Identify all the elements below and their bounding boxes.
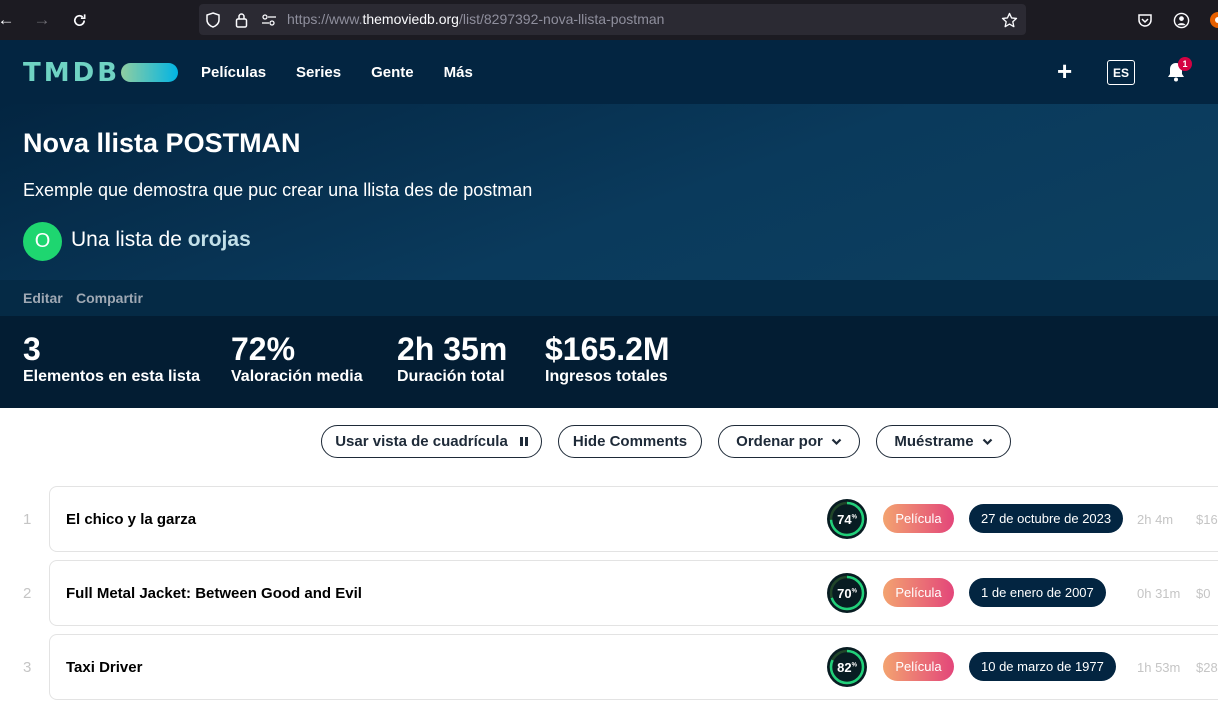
back-arrow-icon[interactable]: ← [0,8,18,32]
user-score-value: 82 [837,659,852,675]
runtime: 0h 31m [1137,586,1181,601]
account-icon[interactable] [1171,10,1191,30]
media-type-badge: Película [883,504,954,533]
main-nav: Películas Series Gente Más [201,64,503,81]
movie-title[interactable]: El chico y la garza [66,511,196,528]
url-text: https://www.themoviedb.org/list/8297392-… [287,11,664,27]
list-hero: Nova llista POSTMAN Exemple que demostra… [0,104,1218,280]
stats-bar: 3 Elementos en esta lista 72% Valoración… [0,316,1218,408]
list-description: Exemple que demostra que puc crear una l… [23,180,533,200]
list-item[interactable]: Full Metal Jacket: Between Good and Evil… [49,560,1218,626]
notification-badge: 1 [1178,57,1192,71]
nav-gente[interactable]: Gente [371,64,414,81]
stat-label: Elementos en esta lista [23,368,200,385]
user-score: 82% [827,647,867,687]
media-type-badge: Película [883,578,954,607]
owner-prefix: Una lista de [71,228,188,251]
revenue: $28 [1196,660,1218,675]
reload-icon[interactable] [67,8,91,32]
stat-duration: 2h 35m Duración total [397,331,507,386]
chevron-down-icon [982,438,992,445]
browser-toolbar: ← → https://www.themoviedb.org/list/8297… [0,0,1218,40]
runtime: 2h 4m [1137,512,1174,527]
edit-link[interactable]: Editar [23,290,63,306]
language-button[interactable]: ES [1107,60,1135,85]
extension-icon[interactable] [1208,10,1218,30]
stat-value: 2h 35m [397,331,508,367]
stat-value: 72% [231,331,296,367]
show-me-label: Muéstrame [894,433,974,450]
shield-icon[interactable] [204,11,222,29]
address-bar[interactable]: https://www.themoviedb.org/list/8297392-… [199,4,1026,35]
stat-value: $165.2M [545,331,670,367]
media-type-badge: Película [883,652,954,681]
chevron-down-icon [831,438,842,445]
bookmark-star-icon[interactable] [1000,11,1018,29]
row-index: 1 [23,511,32,528]
release-date-badge: 10 de marzo de 1977 [969,652,1116,681]
permissions-icon[interactable] [260,11,278,29]
movie-title[interactable]: Taxi Driver [66,659,142,676]
stat-label: Ingresos totales [545,368,668,385]
user-score: 74% [827,499,867,539]
nav-peliculas[interactable]: Películas [201,64,266,81]
nav-series[interactable]: Series [296,64,341,81]
stat-label: Valoración media [231,368,363,385]
stat-items: 3 Elementos en esta lista [23,331,200,386]
sort-by-dropdown[interactable]: Ordenar por [718,425,860,458]
list-controls: Usar vista de cuadrícula Hide Comments O… [0,425,1218,458]
owner-link[interactable]: orojas [188,228,251,251]
hide-comments-button[interactable]: Hide Comments [558,425,702,458]
nav-mas[interactable]: Más [444,64,473,81]
list-owner: Una lista de orojas [71,228,251,252]
plus-icon[interactable]: + [1057,58,1072,84]
movie-title[interactable]: Full Metal Jacket: Between Good and Evil [66,585,362,602]
forward-arrow-icon[interactable]: → [30,8,54,32]
user-score-value: 74 [837,511,852,527]
release-date-badge: 1 de enero de 2007 [969,578,1106,607]
list-item[interactable]: El chico y la garza 74% Película 27 de o… [49,486,1218,552]
sort-by-label: Ordenar por [736,433,823,450]
pocket-icon[interactable] [1135,10,1155,30]
show-me-dropdown[interactable]: Muéstrame [876,425,1011,458]
site-header: TMDB Películas Series Gente Más + ES [0,40,1218,104]
url-prefix: https://www. [287,11,363,27]
revenue: $165 [1196,512,1218,527]
list-actions: Editar Compartir [0,280,1218,316]
share-link[interactable]: Compartir [76,290,143,306]
page-title: Nova llista POSTMAN [23,128,301,158]
runtime: 1h 53m [1137,660,1181,675]
tmdb-logo[interactable]: TMDB [23,58,120,88]
row-index: 3 [23,659,32,676]
grid-view-button[interactable]: Usar vista de cuadrícula [321,425,542,458]
stat-value: 3 [23,331,41,367]
stat-revenue: $165.2M Ingresos totales [545,331,670,386]
stat-rating: 72% Valoración media [231,331,363,386]
user-score: 70% [827,573,867,613]
url-path: /list/8297392-nova-llista-postman [458,11,665,27]
release-date-badge: 27 de octubre de 2023 [969,504,1124,533]
lock-icon[interactable] [232,11,250,29]
grid-view-label: Usar vista de cuadrícula [335,433,508,450]
tmdb-logo-pill[interactable] [121,63,178,82]
pause-icon [519,437,528,446]
stat-label: Duración total [397,368,505,385]
hide-comments-label: Hide Comments [572,433,688,450]
list-item[interactable]: Taxi Driver 82% Película 10 de marzo de … [49,634,1218,700]
row-index: 2 [23,585,32,602]
user-score-value: 70 [837,585,852,601]
url-host: themoviedb.org [362,11,459,27]
avatar[interactable]: O [23,222,62,261]
revenue: $0 [1196,586,1211,601]
